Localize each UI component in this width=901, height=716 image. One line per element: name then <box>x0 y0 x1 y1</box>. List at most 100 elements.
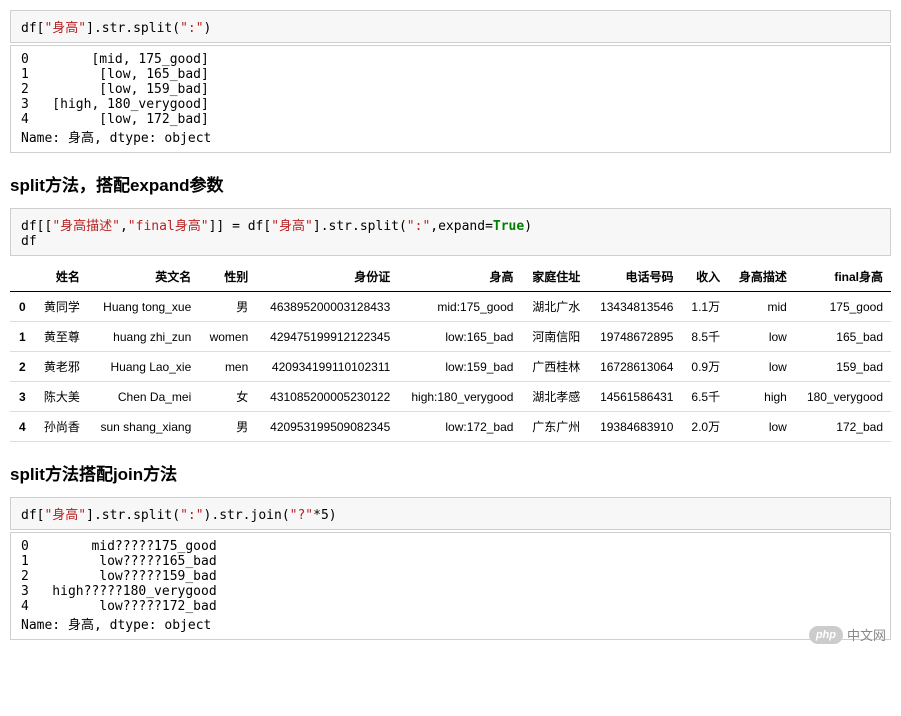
table-header: 家庭住址 <box>521 262 588 292</box>
table-cell: 1.1万 <box>681 292 728 322</box>
table-header: 收入 <box>681 262 728 292</box>
table-header: 电话号码 <box>588 262 681 292</box>
table-cell: 6.5千 <box>681 382 728 412</box>
table-header: 性别 <box>199 262 256 292</box>
table-cell: 175_good <box>795 292 891 322</box>
table-cell: huang zhi_zun <box>88 322 199 352</box>
code-text: ,expand= <box>430 219 493 234</box>
table-cell: 黄至尊 <box>34 322 88 352</box>
table-cell: 黄老邪 <box>34 352 88 382</box>
code-text: ]] = df[ <box>209 219 272 234</box>
table-cell: low:165_bad <box>398 322 521 352</box>
watermark-badge: php <box>809 626 843 644</box>
code-text: df[ <box>21 21 44 36</box>
table-cell: 湖北孝感 <box>521 382 588 412</box>
row-index: 3 <box>10 382 34 412</box>
table-cell: 河南信阳 <box>521 322 588 352</box>
row-index: 0 <box>10 292 34 322</box>
watermark: php 中文网 <box>809 625 886 644</box>
table-cell: 0.9万 <box>681 352 728 382</box>
code-keyword: True <box>493 219 524 234</box>
code-string: "身高" <box>271 219 313 234</box>
table-cell: 13434813546 <box>588 292 681 322</box>
table-cell: 429475199912122345 <box>256 322 398 352</box>
row-index: 1 <box>10 322 34 352</box>
table-cell: women <box>199 322 256 352</box>
table-row: 4孙尚香sun shang_xiang男420953199509082345lo… <box>10 412 891 442</box>
code-text: ].str.split( <box>86 508 180 523</box>
code-string: "身高描述" <box>52 219 120 234</box>
table-cell: 159_bad <box>795 352 891 382</box>
code-text: , <box>120 219 128 234</box>
code-cell-3: df["身高"].str.split(":").str.join("?"*5) <box>10 497 891 530</box>
table-cell: 463895200003128433 <box>256 292 398 322</box>
table-cell: 2.0万 <box>681 412 728 442</box>
table-cell: 420934199110102311 <box>256 352 398 382</box>
code-text: df[ <box>21 508 44 523</box>
table-cell: Huang Lao_xie <box>88 352 199 382</box>
table-cell: high <box>728 382 795 412</box>
code-string: ":" <box>407 219 430 234</box>
table-cell: 男 <box>199 412 256 442</box>
table-cell: 19748672895 <box>588 322 681 352</box>
table-cell: 420953199509082345 <box>256 412 398 442</box>
watermark-text: 中文网 <box>847 625 886 644</box>
heading-split-join: split方法搭配join方法 <box>10 460 891 485</box>
code-string: "final身高" <box>128 219 209 234</box>
table-header: 姓名 <box>34 262 88 292</box>
table-cell: 431085200005230122 <box>256 382 398 412</box>
code-text: ).str.join( <box>204 508 290 523</box>
row-index: 2 <box>10 352 34 382</box>
table-cell: low <box>728 322 795 352</box>
table-cell: low:172_bad <box>398 412 521 442</box>
table-cell: 8.5千 <box>681 322 728 352</box>
table-cell: men <box>199 352 256 382</box>
table-cell: low <box>728 412 795 442</box>
table-cell: 男 <box>199 292 256 322</box>
table-cell: 女 <box>199 382 256 412</box>
table-cell: 广东广州 <box>521 412 588 442</box>
table-cell: mid <box>728 292 795 322</box>
table-cell: low <box>728 352 795 382</box>
output-cell-1: 0 [mid, 175_good] 1 [low, 165_bad] 2 [lo… <box>10 45 891 153</box>
code-text: ) <box>329 508 337 523</box>
table-cell: 14561586431 <box>588 382 681 412</box>
code-string: ":" <box>180 508 203 523</box>
code-text: ].str.split( <box>86 21 180 36</box>
table-cell: sun shang_xiang <box>88 412 199 442</box>
table-header: 身高描述 <box>728 262 795 292</box>
table-row: 1黄至尊huang zhi_zunwomen429475199912122345… <box>10 322 891 352</box>
table-cell: 165_bad <box>795 322 891 352</box>
code-cell-2: df[["身高描述","final身高"]] = df["身高"].str.sp… <box>10 208 891 256</box>
code-number: 5 <box>321 508 329 523</box>
row-index: 4 <box>10 412 34 442</box>
table-cell: 湖北广水 <box>521 292 588 322</box>
output-dataframe: 姓名英文名性别身份证身高家庭住址电话号码收入身高描述final身高 0黄同学Hu… <box>10 262 891 442</box>
table-cell: 孙尚香 <box>34 412 88 442</box>
table-header: 身份证 <box>256 262 398 292</box>
table-cell: 黄同学 <box>34 292 88 322</box>
table-cell: high:180_verygood <box>398 382 521 412</box>
code-text: ) <box>204 21 212 36</box>
table-cell: 172_bad <box>795 412 891 442</box>
code-text: df[[ <box>21 219 52 234</box>
table-header: 身高 <box>398 262 521 292</box>
table-cell: 19384683910 <box>588 412 681 442</box>
table-cell: 广西桂林 <box>521 352 588 382</box>
table-row: 2黄老邪Huang Lao_xiemen420934199110102311lo… <box>10 352 891 382</box>
table-header: final身高 <box>795 262 891 292</box>
table-cell: mid:175_good <box>398 292 521 322</box>
table-header: 英文名 <box>88 262 199 292</box>
code-cell-1: df["身高"].str.split(":") <box>10 10 891 43</box>
table-cell: 16728613064 <box>588 352 681 382</box>
code-text: ].str.split( <box>313 219 407 234</box>
table-cell: 陈大美 <box>34 382 88 412</box>
table-cell: Huang tong_xue <box>88 292 199 322</box>
output-cell-3: 0 mid?????175_good 1 low?????165_bad 2 l… <box>10 532 891 640</box>
code-string: "?" <box>290 508 313 523</box>
table-cell: low:159_bad <box>398 352 521 382</box>
table-row: 0黄同学Huang tong_xue男463895200003128433mid… <box>10 292 891 322</box>
table-cell: Chen Da_mei <box>88 382 199 412</box>
code-string: ":" <box>180 21 203 36</box>
table-cell: 180_verygood <box>795 382 891 412</box>
